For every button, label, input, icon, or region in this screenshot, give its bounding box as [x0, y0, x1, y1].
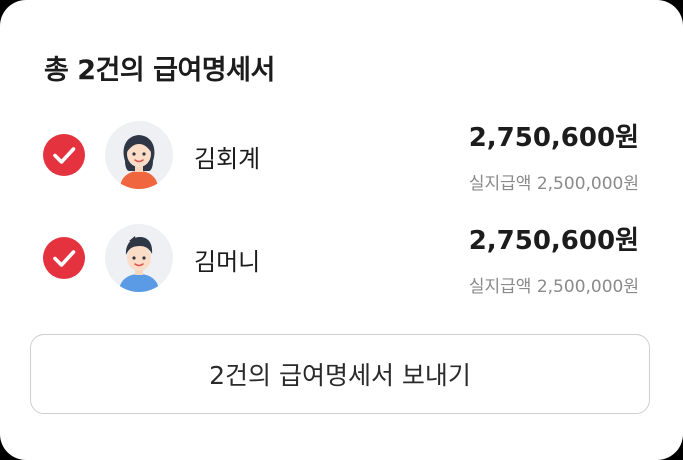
send-payslips-button[interactable]: 2건의 급여명세서 보내기 [30, 334, 650, 414]
recipient-amount: 2,750,600원 [468, 123, 639, 153]
female-avatar-icon [105, 121, 173, 189]
recipient-amount: 2,750,600원 [468, 226, 639, 256]
payslip-send-sheet: 총 2건의 급여명세서 김회계 2,750,600원 실지급액 2,500,00… [0, 0, 683, 460]
checkbox-checked-icon[interactable] [43, 237, 85, 279]
recipient-name: 김머니 [194, 248, 261, 276]
sheet-title: 총 2건의 급여명세서 [44, 55, 275, 86]
recipient-name: 김회계 [194, 145, 261, 173]
recipient-net-pay: 실지급액 2,500,000원 [468, 174, 639, 194]
recipient-net-pay: 실지급액 2,500,000원 [468, 277, 639, 297]
checkbox-checked-icon[interactable] [43, 134, 85, 176]
recipient-row[interactable]: 김머니 2,750,600원 실지급액 2,500,000원 [0, 220, 683, 300]
male-avatar-icon [105, 224, 173, 292]
recipient-row[interactable]: 김회계 2,750,600원 실지급액 2,500,000원 [0, 117, 683, 197]
